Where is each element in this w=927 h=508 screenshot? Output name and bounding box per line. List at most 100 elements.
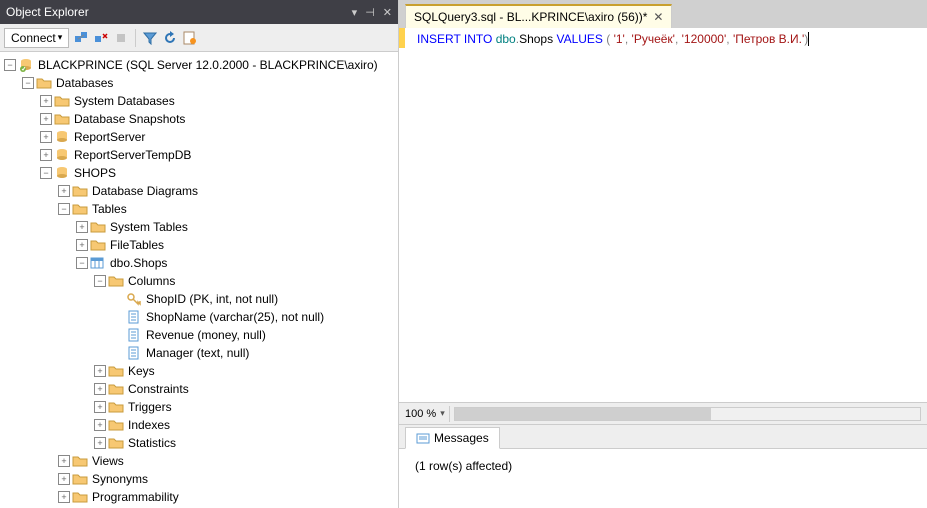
zoom-dropdown[interactable]: ▾	[440, 408, 445, 419]
collapse-icon[interactable]: −	[94, 275, 106, 287]
messages-output[interactable]: (1 row(s) affected)	[399, 448, 927, 508]
databases-node[interactable]: − Databases	[0, 74, 398, 92]
connect-server-icon[interactable]	[73, 30, 89, 46]
filter-icon[interactable]	[142, 30, 158, 46]
statistics-node[interactable]: + Statistics	[0, 434, 398, 452]
tree-view[interactable]: −BLACKPRINCE (SQL Server 12.0.2000 - BLA…	[0, 52, 398, 508]
editor-panel: SQLQuery3.sql - BL...KPRINCE\axiro (56))…	[399, 0, 927, 508]
tables-node[interactable]: − Tables	[0, 200, 398, 218]
tables-label: Tables	[92, 202, 127, 216]
keys-label: Keys	[128, 364, 155, 378]
messages-tab[interactable]: Messages	[405, 427, 500, 449]
views-node[interactable]: + Views	[0, 452, 398, 470]
expand-icon[interactable]: +	[94, 419, 106, 431]
refresh-icon[interactable]	[162, 30, 178, 46]
table-icon	[90, 255, 106, 271]
script-icon[interactable]	[182, 30, 198, 46]
expand-icon[interactable]: +	[40, 131, 52, 143]
separator	[135, 29, 136, 47]
expand-icon[interactable]: +	[94, 365, 106, 377]
collapse-icon[interactable]: −	[76, 257, 88, 269]
systables-node[interactable]: +System Tables	[0, 218, 398, 236]
expand-icon[interactable]: +	[58, 473, 70, 485]
synonyms-node[interactable]: +Synonyms	[0, 470, 398, 488]
folder-icon	[72, 183, 88, 199]
pin-icon[interactable]: ⊣	[365, 6, 375, 19]
sql-editor[interactable]: INSERT INTO dbo.Shops VALUES ( '1', 'Руч…	[399, 28, 927, 402]
disconnect-icon[interactable]	[93, 30, 109, 46]
editor-tabstrip: SQLQuery3.sql - BL...KPRINCE\axiro (56))…	[399, 0, 927, 28]
expand-icon[interactable]: +	[94, 383, 106, 395]
databases-label: Databases	[56, 76, 113, 90]
folder-icon	[72, 471, 88, 487]
col-revenue-node[interactable]: Revenue (money, null)	[0, 326, 398, 344]
tab-title: SQLQuery3.sql - BL...KPRINCE\axiro (56))…	[414, 10, 647, 24]
folder-icon	[54, 93, 70, 109]
columns-node[interactable]: −Columns	[0, 272, 398, 290]
folder-icon	[108, 363, 124, 379]
close-icon[interactable]: ✕	[383, 6, 392, 19]
col-manager-node[interactable]: Manager (text, null)	[0, 344, 398, 362]
expand-icon[interactable]: +	[58, 185, 70, 197]
database-icon	[54, 165, 70, 181]
snap-node[interactable]: +Database Snapshots	[0, 110, 398, 128]
expand-icon[interactable]: +	[94, 437, 106, 449]
diagrams-node[interactable]: +Database Diagrams	[0, 182, 398, 200]
expand-icon[interactable]: +	[40, 113, 52, 125]
col-shopname-node[interactable]: ShopName (varchar(25), not null)	[0, 308, 398, 326]
triggers-node[interactable]: +Triggers	[0, 398, 398, 416]
reportservertmp-node[interactable]: + ReportServerTempDB	[0, 146, 398, 164]
dbo-shops-node[interactable]: −dbo.Shops	[0, 254, 398, 272]
reportserver-node[interactable]: +ReportServer	[0, 128, 398, 146]
constraints-node[interactable]: + Constraints	[0, 380, 398, 398]
shops-label: SHOPS	[74, 166, 116, 180]
scrollbar-thumb[interactable]	[455, 408, 711, 420]
column-icon	[126, 327, 142, 343]
expand-icon[interactable]: +	[40, 149, 52, 161]
comma1: ,	[625, 32, 632, 46]
blank	[112, 347, 124, 359]
sysdb-node[interactable]: +System Databases	[0, 92, 398, 110]
programmability-node[interactable]: +Programmability	[0, 488, 398, 506]
constraints-label: Constraints	[128, 382, 189, 396]
collapse-icon[interactable]: −	[58, 203, 70, 215]
dropdown-icon[interactable]: ▾	[352, 6, 358, 19]
collapse-icon[interactable]: −	[22, 77, 34, 89]
keys-node[interactable]: + Keys	[0, 362, 398, 380]
panel-titlebar: Object Explorer ▾ ⊣ ✕	[0, 0, 398, 24]
folder-icon	[90, 237, 106, 253]
folder-icon	[108, 435, 124, 451]
indexes-node[interactable]: +Indexes	[0, 416, 398, 434]
collapse-icon[interactable]: −	[4, 59, 16, 71]
expand-icon[interactable]: +	[76, 239, 88, 251]
folder-icon	[108, 417, 124, 433]
editor-tab[interactable]: SQLQuery3.sql - BL...KPRINCE\axiro (56))…	[405, 4, 672, 28]
expand-icon[interactable]: +	[76, 221, 88, 233]
expand-icon[interactable]: +	[58, 491, 70, 503]
server-node[interactable]: −BLACKPRINCE (SQL Server 12.0.2000 - BLA…	[0, 56, 398, 74]
expand-icon[interactable]: +	[40, 95, 52, 107]
col-shopid-node[interactable]: ShopID (PK, int, not null)	[0, 290, 398, 308]
stop-icon[interactable]	[113, 30, 129, 46]
close-icon[interactable]: ✕	[653, 10, 663, 24]
col-manager-label: Manager (text, null)	[146, 346, 249, 360]
views-label: Views	[92, 454, 124, 468]
blank	[112, 293, 124, 305]
shops-node[interactable]: − SHOPS	[0, 164, 398, 182]
expand-icon[interactable]: +	[58, 455, 70, 467]
collapse-icon[interactable]: −	[40, 167, 52, 179]
reportservertmp-label: ReportServerTempDB	[74, 148, 191, 162]
comma2: ,	[675, 32, 682, 46]
folder-icon	[72, 489, 88, 505]
expand-icon[interactable]: +	[94, 401, 106, 413]
filetables-node[interactable]: +FileTables	[0, 236, 398, 254]
folder-icon	[90, 219, 106, 235]
editor-statusbar: 100 % ▾	[399, 402, 927, 424]
separator	[449, 406, 450, 422]
horizontal-scrollbar[interactable]	[454, 407, 921, 421]
sql-line: INSERT INTO dbo.Shops VALUES ( '1', 'Руч…	[417, 32, 809, 46]
statistics-label: Statistics	[128, 436, 176, 450]
change-marker	[399, 28, 405, 48]
database-icon	[54, 147, 70, 163]
connect-button[interactable]: Connect ▾	[4, 28, 69, 48]
